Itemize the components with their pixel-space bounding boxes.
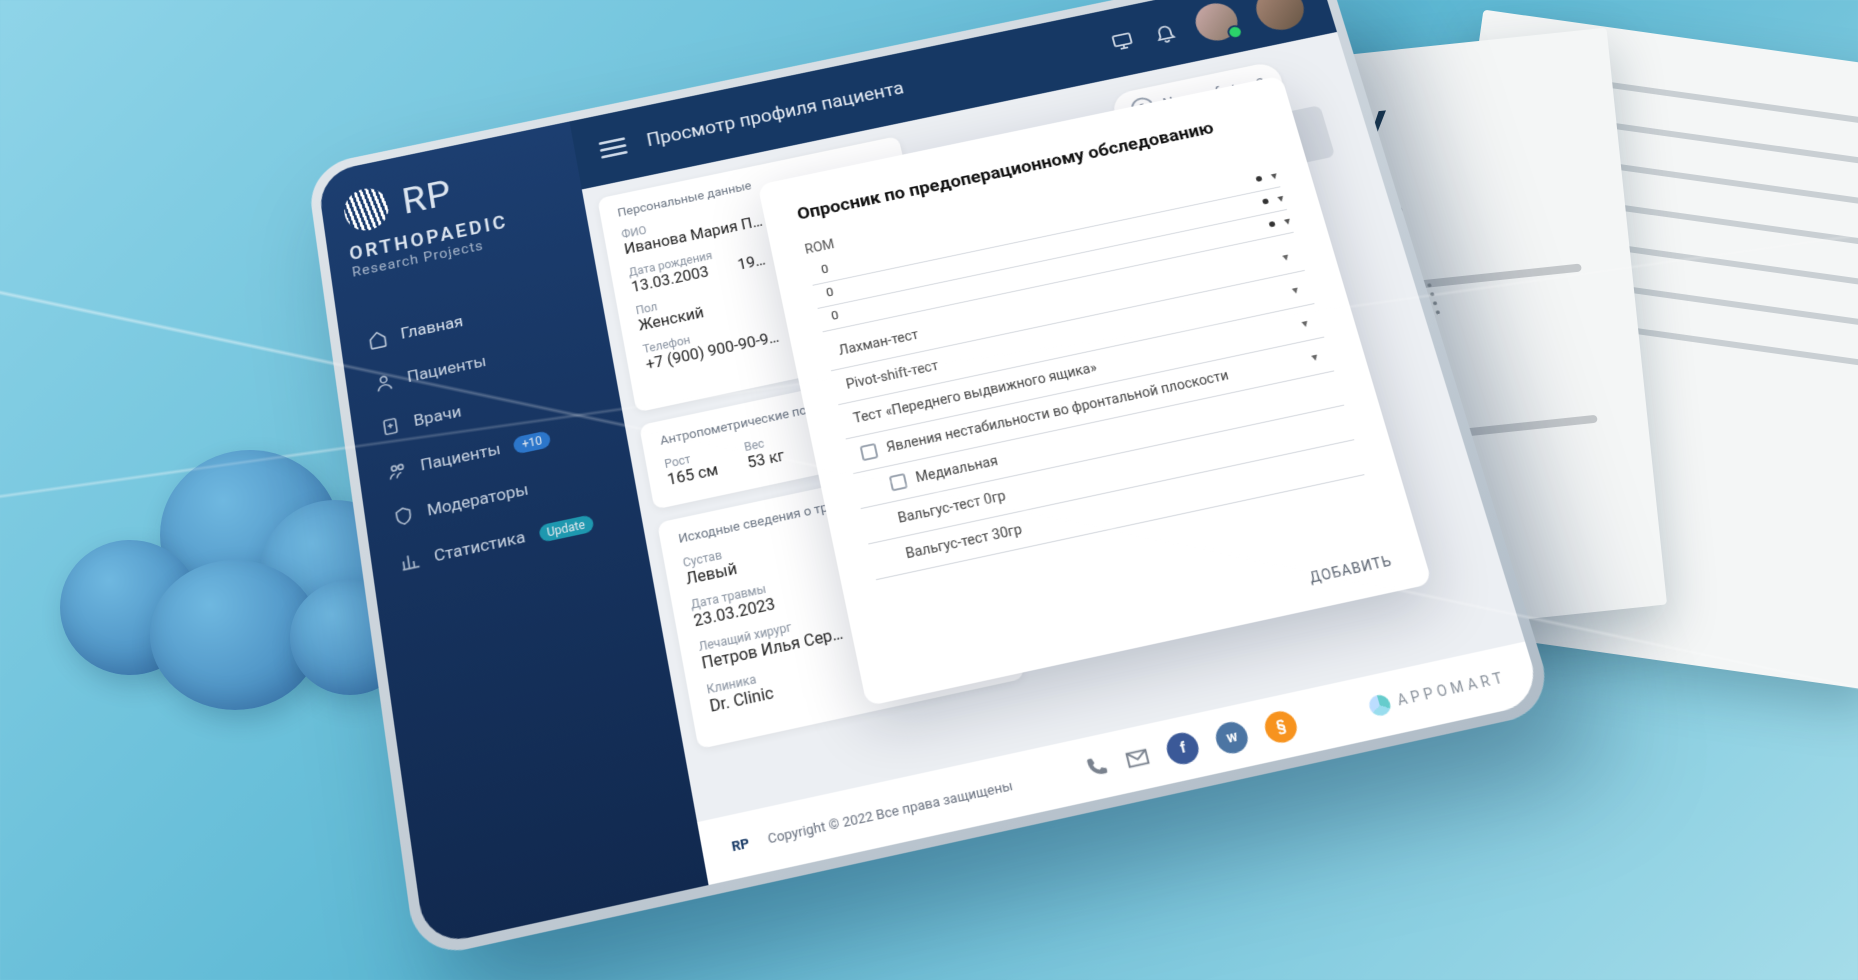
checkbox[interactable] — [860, 443, 879, 461]
footer-brand: RP — [730, 836, 750, 855]
app-screen: RP ORTHOPAEDIC Research Projects Главная… — [317, 0, 1544, 947]
logo-text: RP — [399, 172, 454, 223]
chevron-down-icon: ▾ — [1310, 350, 1320, 364]
sidebar-badge: +10 — [513, 430, 551, 454]
sidebar-item-label: Врачи — [413, 402, 463, 430]
hamburger-button[interactable] — [598, 137, 627, 159]
doctors-icon — [379, 415, 401, 438]
add-button[interactable]: ДОБАВИТЬ — [1308, 553, 1394, 586]
avatar-large[interactable] — [1251, 0, 1309, 34]
sidebar-item-label: Модераторы — [426, 480, 530, 520]
appomart-logo[interactable]: APPOMART — [1366, 668, 1509, 718]
sidebar-item-label: Пациенты — [406, 352, 488, 387]
chevron-down-icon: ▾ — [1290, 283, 1299, 297]
monitor-icon[interactable] — [1109, 29, 1137, 53]
vk-icon[interactable]: w — [1213, 719, 1252, 756]
patients-icon — [373, 372, 395, 394]
tablet-device: RP ORTHOPAEDIC Research Projects Главная… — [306, 0, 1557, 960]
chevron-down-icon: ▾ — [1300, 316, 1309, 330]
facebook-icon[interactable]: f — [1164, 730, 1203, 767]
checkbox[interactable] — [889, 473, 908, 491]
sidebar-item-label: Главная — [399, 312, 464, 343]
patients-icon — [386, 460, 408, 483]
home-icon — [367, 328, 389, 350]
appomart-icon — [1366, 693, 1392, 718]
phone-icon[interactable] — [1083, 754, 1111, 782]
avatar-small[interactable] — [1191, 0, 1242, 44]
sidebar-item-label: Статистика — [433, 528, 527, 567]
mail-icon[interactable] — [1124, 745, 1152, 773]
ok-icon[interactable]: § — [1262, 708, 1301, 745]
chevron-down-icon: ▾ — [1276, 191, 1285, 204]
chevron-down-icon: ▾ — [1281, 250, 1290, 264]
chevron-down-icon: ▾ — [1283, 214, 1292, 228]
moderators-icon — [392, 505, 415, 528]
preop-survey-modal: Опросник по предоперационному обследован… — [758, 75, 1433, 706]
sidebar-nav: Главная Пациенты Врачи Пациенты +10 — [359, 276, 623, 589]
sidebar-badge-update: Update — [538, 514, 595, 543]
chevron-down-icon: ▾ — [1269, 169, 1278, 182]
logo-icon — [337, 181, 396, 237]
sidebar-item-label: Пациенты — [419, 440, 502, 476]
stats-icon — [399, 550, 422, 573]
bell-icon[interactable] — [1151, 20, 1179, 44]
